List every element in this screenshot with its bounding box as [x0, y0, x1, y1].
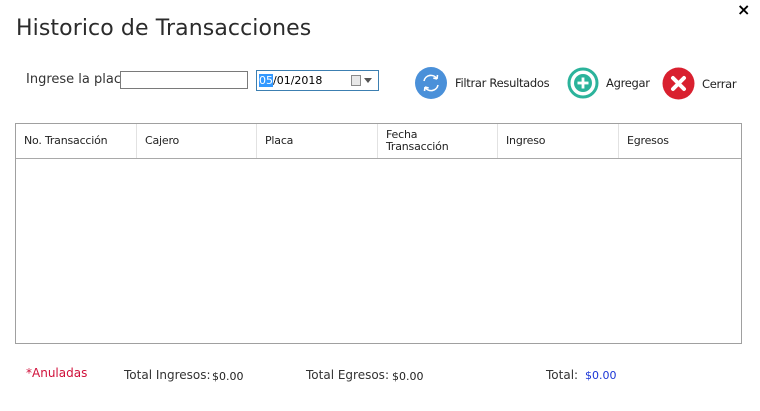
- column-header-transaction-no[interactable]: No. Transacción: [16, 124, 137, 158]
- calendar-icon[interactable]: [351, 75, 361, 86]
- window-title: Historico de Transacciones: [16, 16, 312, 41]
- date-selected-part: 05: [259, 74, 273, 87]
- grid-body: [16, 159, 741, 344]
- total-egresos-value: $0.00: [392, 370, 424, 383]
- grid-header: No. Transacción Cajero Placa Fecha Trans…: [16, 124, 741, 159]
- total-ingresos-value: $0.00: [212, 370, 244, 383]
- column-header-expenses[interactable]: Egresos: [619, 124, 741, 158]
- filter-results-label: Filtrar Resultados: [455, 76, 550, 90]
- column-header-cashier[interactable]: Cajero: [137, 124, 257, 158]
- close-label: Cerrar: [702, 76, 737, 91]
- close-window-icon[interactable]: ×: [737, 0, 750, 19]
- date-picker[interactable]: 05/01/2018: [256, 70, 379, 91]
- total-value: $0.00: [585, 369, 617, 382]
- plate-input[interactable]: [120, 71, 248, 89]
- plus-icon: [567, 67, 599, 99]
- close-button[interactable]: Cerrar: [662, 67, 737, 100]
- date-value: 05/01/2018: [259, 74, 322, 87]
- column-header-income[interactable]: Ingreso: [498, 124, 619, 158]
- transactions-grid[interactable]: No. Transacción Cajero Placa Fecha Trans…: [15, 123, 742, 344]
- add-label: Agregar: [606, 76, 650, 90]
- column-header-plate[interactable]: Placa: [257, 124, 378, 158]
- date-rest: /01/2018: [273, 74, 323, 87]
- total-egresos-label: Total Egresos:: [306, 368, 389, 382]
- filter-results-button[interactable]: Filtrar Resultados: [414, 66, 550, 100]
- add-button[interactable]: Agregar: [567, 67, 650, 99]
- total-ingresos-label: Total Ingresos:: [124, 368, 211, 382]
- refresh-icon: [415, 67, 447, 99]
- column-header-transaction-date[interactable]: Fecha Transacción: [378, 124, 498, 158]
- plate-label: Ingrese la placa:: [26, 72, 134, 87]
- dropdown-arrow-icon[interactable]: [364, 78, 372, 83]
- anuladas-note: *Anuladas: [26, 366, 88, 380]
- close-circle-icon: [662, 67, 695, 100]
- total-label: Total:: [546, 368, 579, 382]
